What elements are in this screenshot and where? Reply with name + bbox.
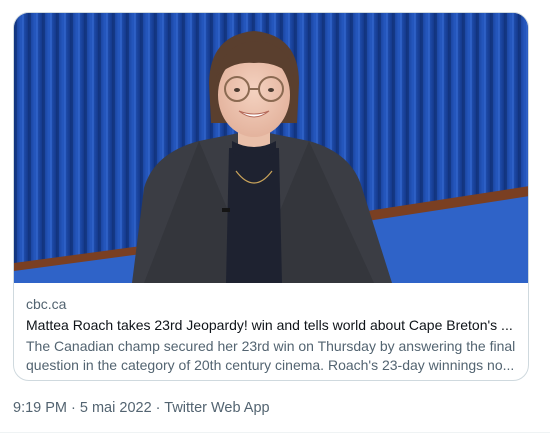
link-preview-card[interactable]: cbc.ca Mattea Roach takes 23rd Jeopardy!… [13,12,529,381]
link-title[interactable]: Mattea Roach takes 23rd Jeopardy! win an… [26,316,516,335]
tweet-source-link[interactable]: Twitter Web App [164,400,269,416]
link-domain: cbc.ca [26,296,67,312]
divider [0,432,550,433]
tweet-time-link[interactable]: 9:19 PM [13,400,67,416]
tweet-date-link[interactable]: 5 mai 2022 [80,400,152,416]
meta-separator: · [151,400,165,416]
tweet-metadata: 9:19 PM · 5 mai 2022 · Twitter Web App [13,398,270,418]
link-description: The Canadian champ secured her 23rd win … [26,338,516,373]
tweet-detail-area: cbc.ca Mattea Roach takes 23rd Jeopardy!… [0,0,550,437]
meta-separator: · [67,400,80,416]
contestant-photo [14,13,528,283]
link-preview-image[interactable] [14,13,528,283]
